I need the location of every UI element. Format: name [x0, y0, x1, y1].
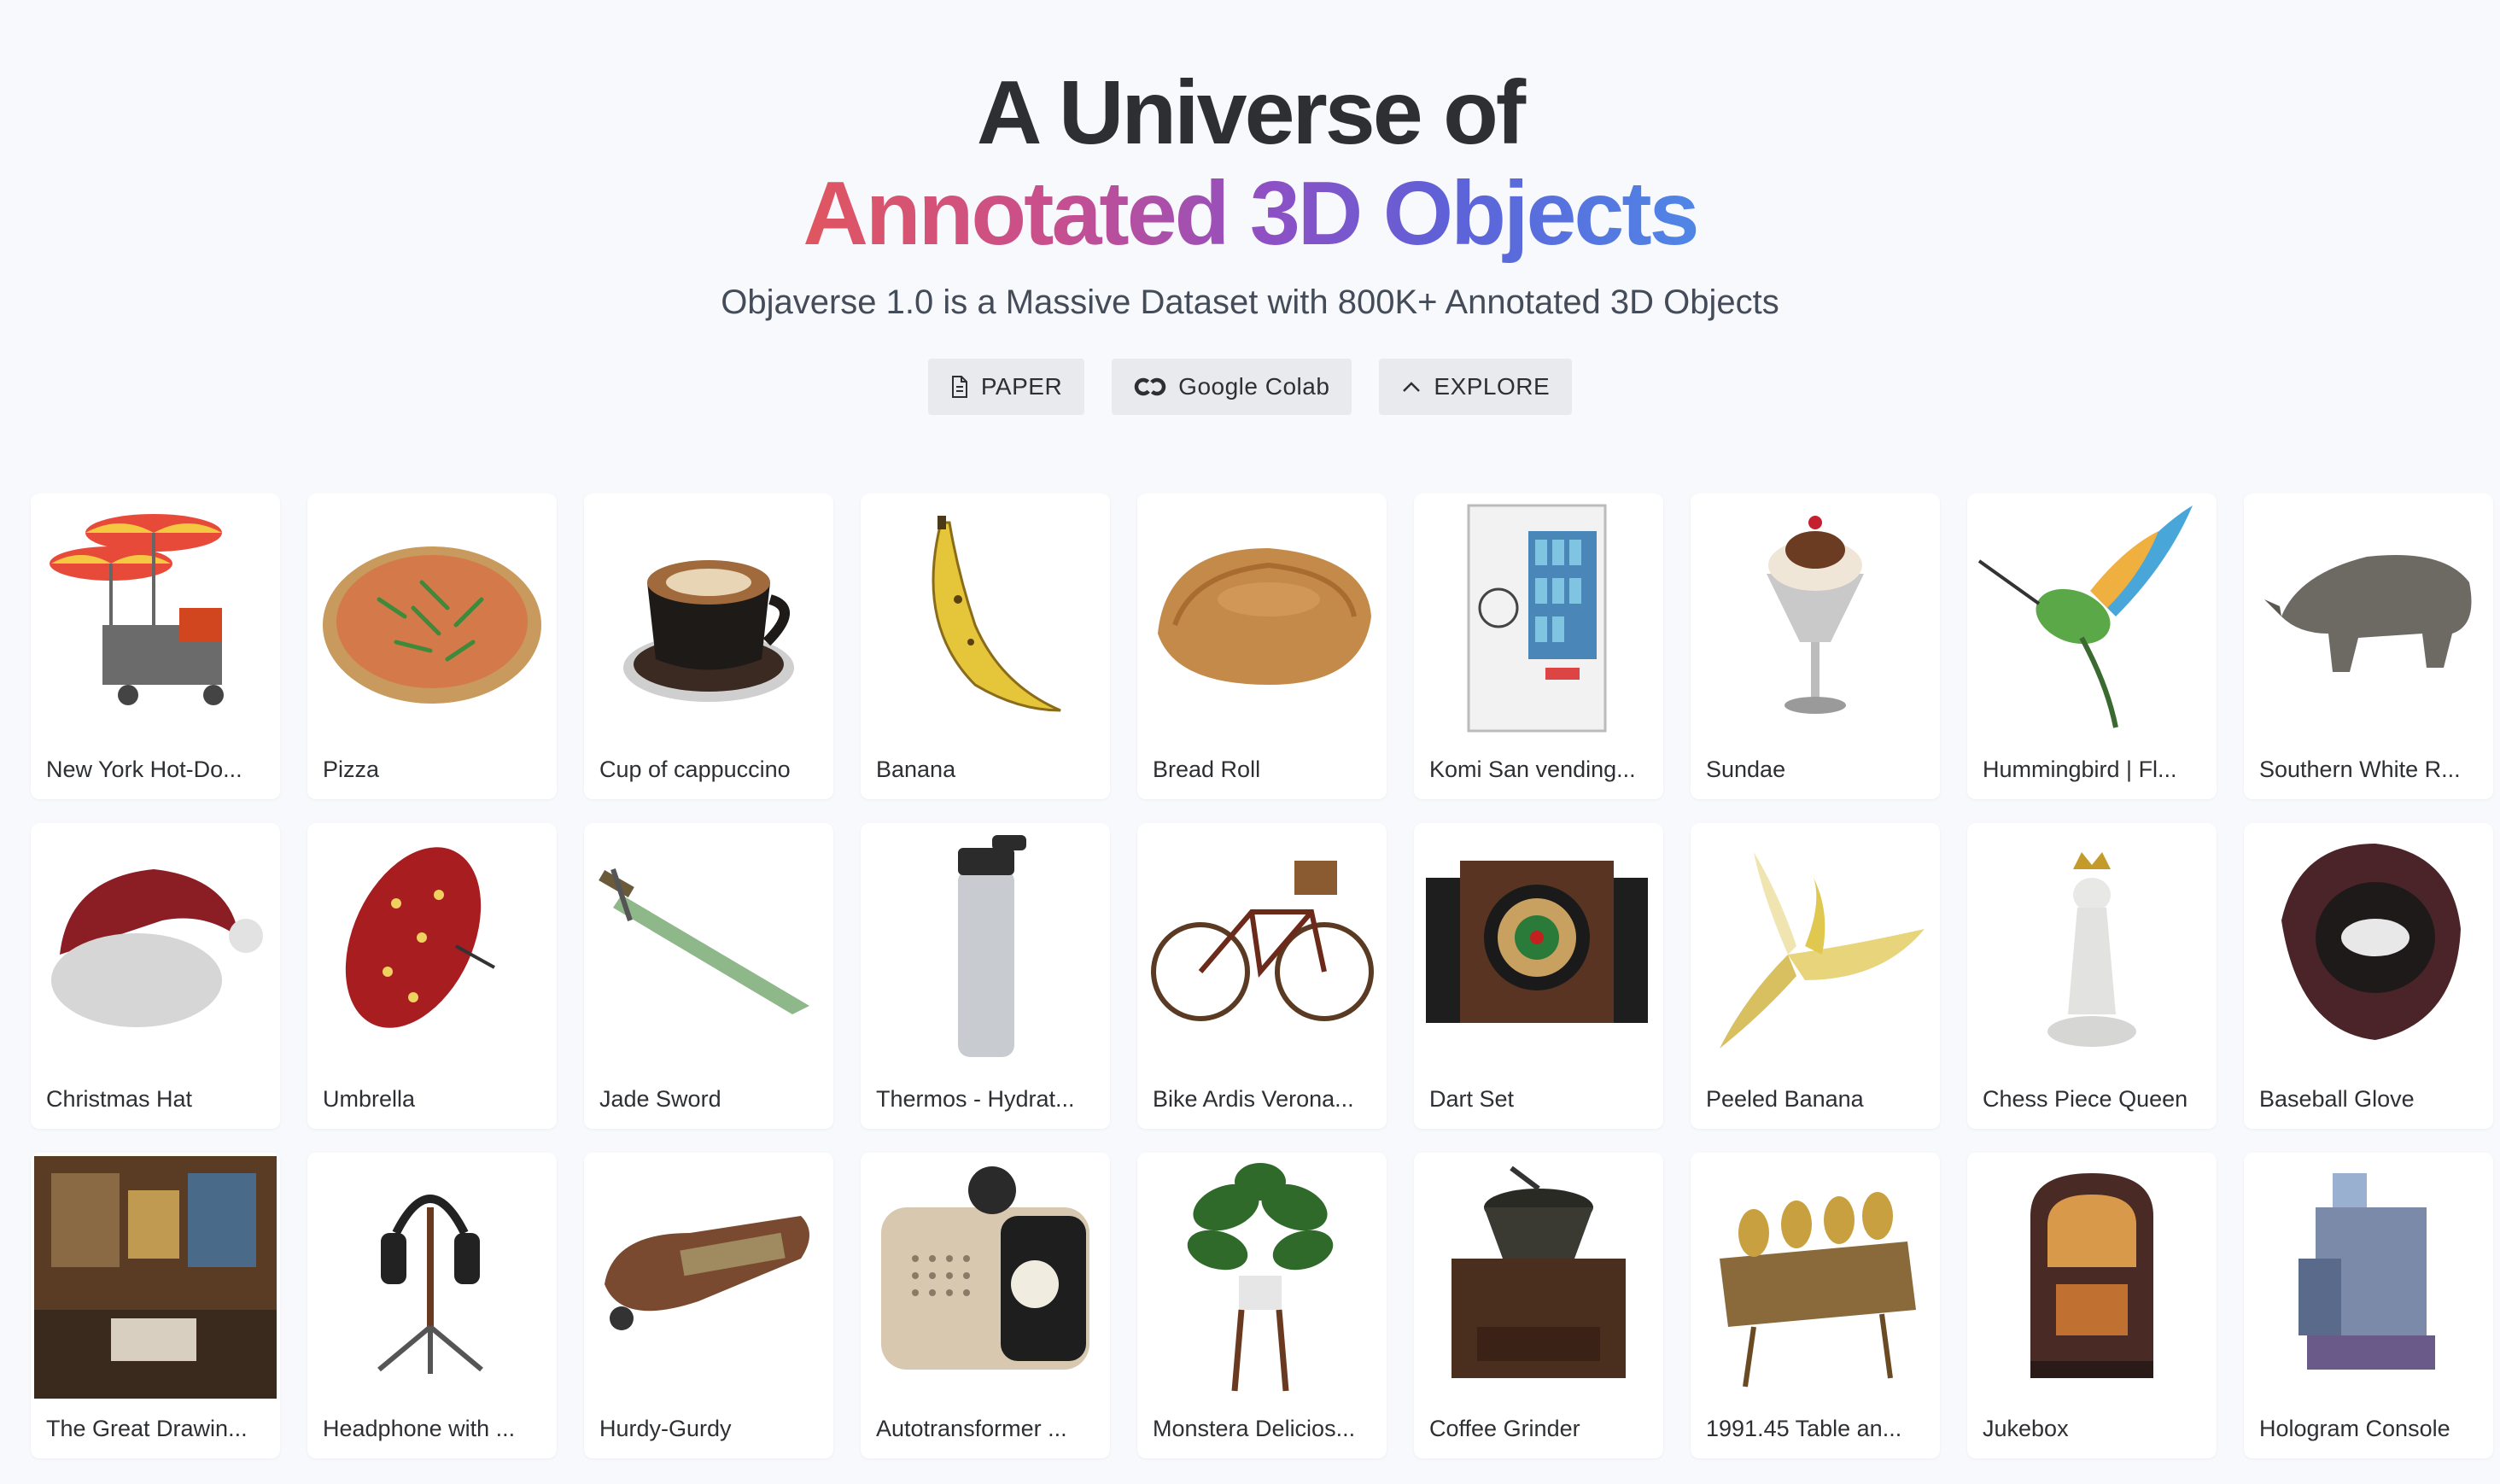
- object-card[interactable]: Jade Sword: [584, 823, 833, 1129]
- monstera-thumbnail: [1187, 1163, 1334, 1392]
- object-card[interactable]: Peeled Banana: [1691, 823, 1940, 1129]
- umbrella-thumbnail: [345, 847, 495, 1028]
- table-ornament-thumbnail: [1720, 1192, 1916, 1388]
- explore-button[interactable]: EXPLORE: [1379, 359, 1573, 415]
- action-buttons: PAPER Google Colab EXPLORE: [0, 359, 2500, 415]
- object-label: New York Hot-Do...: [46, 757, 242, 782]
- object-label: Jukebox: [1983, 1416, 2069, 1441]
- object-label: Headphone with ...: [323, 1416, 516, 1441]
- object-label: Chess Piece Queen: [1983, 1086, 2188, 1112]
- object-label: Sundae: [1706, 757, 1786, 782]
- object-card[interactable]: 1991.45 Table an...: [1691, 1153, 1940, 1458]
- google-colab-button-label: Google Colab: [1178, 373, 1330, 400]
- chevron-up-icon: [1401, 380, 1422, 394]
- headphone-stand-thumbnail: [377, 1195, 483, 1374]
- object-card[interactable]: Dart Set: [1414, 823, 1663, 1129]
- peeled-banana-thumbnail: [1720, 852, 1925, 1049]
- object-card[interactable]: Cup of cappuccino: [584, 494, 833, 799]
- object-label: Hologram Console: [2259, 1416, 2450, 1441]
- object-label: Cup of cappuccino: [599, 757, 791, 782]
- object-card[interactable]: Sundae: [1691, 494, 1940, 799]
- chess-queen-thumbnail: [2047, 852, 2136, 1047]
- object-card[interactable]: The Great Drawin...: [31, 1153, 280, 1458]
- object-card[interactable]: Hologram Console: [2244, 1153, 2493, 1458]
- object-grid: New York Hot-Do... Pizza Cup of cappucci…: [0, 494, 2500, 1484]
- object-label: The Great Drawin...: [46, 1416, 248, 1441]
- bread-thumbnail: [1158, 548, 1371, 685]
- object-label: Bike Ardis Verona...: [1153, 1086, 1354, 1112]
- object-label: 1991.45 Table an...: [1706, 1416, 1902, 1441]
- object-label: Banana: [876, 757, 956, 782]
- colab-icon: [1134, 377, 1166, 396]
- autotransformer-thumbnail: [881, 1166, 1089, 1370]
- object-label: Peeled Banana: [1706, 1086, 1864, 1112]
- object-label: Thermos - Hydrat...: [876, 1086, 1075, 1112]
- object-card[interactable]: Hummingbird | Fl...: [1967, 494, 2217, 799]
- object-card[interactable]: Banana: [861, 494, 1110, 799]
- object-card[interactable]: Pizza: [307, 494, 557, 799]
- object-label: Baseball Glove: [2259, 1086, 2415, 1112]
- object-label: Umbrella: [323, 1086, 416, 1112]
- object-card[interactable]: Hurdy-Gurdy: [584, 1153, 833, 1458]
- document-icon: [950, 376, 969, 398]
- object-label: Dart Set: [1429, 1086, 1515, 1112]
- banana-thumbnail: [932, 516, 1061, 712]
- sundae-thumbnail: [1767, 516, 1864, 714]
- object-label: Hummingbird | Fl...: [1983, 757, 2177, 782]
- object-label: Komi San vending...: [1429, 757, 1636, 782]
- hummingbird-thumbnail: [1977, 505, 2193, 728]
- object-label: Southern White R...: [2259, 757, 2461, 782]
- object-card[interactable]: Bread Roll: [1137, 494, 1387, 799]
- rhino-thumbnail: [2264, 555, 2472, 672]
- object-card[interactable]: Thermos - Hydrat...: [861, 823, 1110, 1129]
- hot-dog-cart-thumbnail: [50, 514, 224, 705]
- object-card[interactable]: Komi San vending...: [1414, 494, 1663, 799]
- object-card[interactable]: Southern White R...: [2244, 494, 2493, 799]
- christmas-hat-thumbnail: [51, 869, 263, 1027]
- baseball-glove-thumbnail: [2281, 844, 2461, 1040]
- jukebox-thumbnail: [2030, 1173, 2153, 1378]
- hero-section: A Universe of Annotated 3D Objects Objav…: [0, 0, 2500, 478]
- page-title-line1: A Universe of: [976, 62, 1526, 163]
- pizza-thumbnail: [323, 546, 541, 704]
- object-label: Hurdy-Gurdy: [599, 1416, 732, 1441]
- page-subtitle: Objaverse 1.0 is a Massive Dataset with …: [721, 283, 1779, 321]
- google-colab-button[interactable]: Google Colab: [1112, 359, 1352, 415]
- object-label: Jade Sword: [599, 1086, 721, 1112]
- paper-button[interactable]: PAPER: [927, 359, 1085, 415]
- object-label: Pizza: [323, 757, 380, 782]
- object-card[interactable]: Umbrella: [307, 823, 557, 1129]
- paper-button-label: PAPER: [980, 373, 1063, 400]
- page-title-line2: Annotated 3D Objects: [0, 161, 2500, 266]
- hurdy-gurdy-thumbnail: [605, 1216, 809, 1330]
- object-label: Autotransformer ...: [876, 1416, 1067, 1441]
- object-card[interactable]: Christmas Hat: [31, 823, 280, 1129]
- object-label: Christmas Hat: [46, 1086, 193, 1112]
- explore-button-label: EXPLORE: [1434, 373, 1551, 400]
- sword-thumbnail: [599, 868, 809, 1014]
- object-card[interactable]: Bike Ardis Verona...: [1137, 823, 1387, 1129]
- object-card[interactable]: New York Hot-Do...: [31, 494, 280, 799]
- object-label: Monstera Delicios...: [1153, 1416, 1356, 1441]
- vending-machine-thumbnail: [1467, 504, 1607, 733]
- object-card[interactable]: Chess Piece Queen: [1967, 823, 2217, 1129]
- object-label: Bread Roll: [1153, 757, 1261, 782]
- dart-set-thumbnail: [1426, 861, 1648, 1023]
- object-card[interactable]: Coffee Grinder: [1414, 1153, 1663, 1458]
- object-card[interactable]: Monstera Delicios...: [1137, 1153, 1387, 1458]
- bike-thumbnail: [1151, 861, 1374, 1021]
- object-card[interactable]: Baseball Glove: [2244, 823, 2493, 1129]
- coffee-grinder-thumbnail: [1452, 1166, 1626, 1378]
- drawing-room-thumbnail: [34, 1156, 277, 1399]
- object-card[interactable]: Autotransformer ...: [861, 1153, 1110, 1458]
- object-card[interactable]: Jukebox: [1967, 1153, 2217, 1458]
- object-label: Coffee Grinder: [1429, 1416, 1580, 1441]
- hologram-console-thumbnail: [2298, 1173, 2435, 1370]
- object-card[interactable]: Headphone with ...: [307, 1153, 557, 1458]
- thermos-thumbnail: [958, 835, 1026, 1057]
- gradient-title: Annotated 3D Objects: [803, 163, 1699, 264]
- cappuccino-thumbnail: [623, 560, 794, 702]
